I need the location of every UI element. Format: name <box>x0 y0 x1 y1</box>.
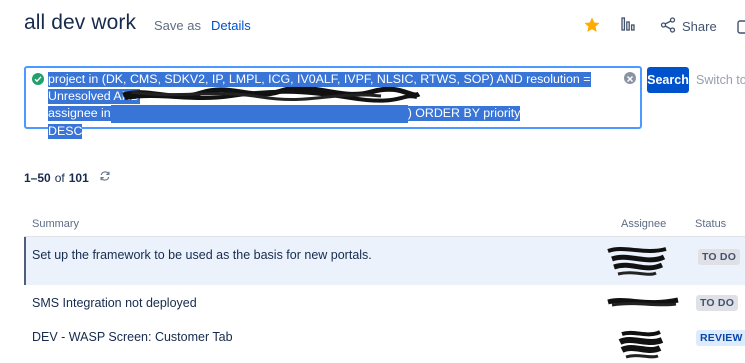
star-icon[interactable] <box>583 16 603 36</box>
share-button[interactable]: Share <box>660 16 717 36</box>
column-header-summary[interactable]: Summary <box>32 218 79 230</box>
result-count: 1–50 of 101 <box>24 170 111 185</box>
switch-to-basic-link[interactable]: Switch to <box>696 73 745 87</box>
search-button[interactable]: Search <box>647 67 689 93</box>
details-link[interactable]: Details <box>211 18 251 33</box>
share-icon <box>660 16 676 36</box>
issue-summary[interactable]: Set up the framework to be used as the b… <box>32 248 372 262</box>
query-line-3: DESC <box>48 124 83 139</box>
result-range: 1–50 <box>24 170 51 185</box>
issue-summary[interactable]: SMS Integration not deployed <box>32 296 197 310</box>
table-row[interactable]: SMS Integration not deployed TO DO <box>24 285 745 319</box>
save-as-button[interactable]: Save as <box>154 18 201 33</box>
issue-summary[interactable]: DEV - WASP Screen: Customer Tab <box>32 330 233 344</box>
result-of: of <box>54 170 65 185</box>
clear-icon[interactable] <box>624 72 636 84</box>
table-row[interactable]: Set up the framework to be used as the b… <box>24 237 745 285</box>
query-line-2-end: ) ORDER BY priority <box>407 106 521 121</box>
export-icon[interactable] <box>735 16 745 36</box>
check-circle-icon <box>32 73 44 85</box>
chart-icon[interactable] <box>620 16 638 34</box>
status-badge[interactable]: TO DO <box>696 295 739 311</box>
share-label: Share <box>682 18 717 34</box>
column-header-assignee[interactable]: Assignee <box>621 218 666 230</box>
assignee-redacted <box>618 330 664 359</box>
assignee-redacted <box>607 247 667 276</box>
jql-query-input[interactable]: project in (DK, CMS, SDKV2, IP, LMPL, IC… <box>24 66 642 139</box>
status-badge[interactable]: REVIEW <box>696 330 745 346</box>
refresh-icon[interactable] <box>99 170 111 185</box>
query-line-2-start: assignee in <box>48 106 111 121</box>
redaction-scribble <box>122 87 421 103</box>
result-total: 101 <box>68 170 89 185</box>
column-header-status[interactable]: Status <box>695 218 726 230</box>
table-row[interactable]: DEV - WASP Screen: Customer Tab REVIEW <box>24 320 745 363</box>
jql-query-text[interactable]: project in (DK, CMS, SDKV2, IP, LMPL, IC… <box>48 71 634 140</box>
page-title: all dev work <box>24 11 137 34</box>
assignee-redacted <box>607 297 679 307</box>
status-badge[interactable]: TO DO <box>698 249 741 265</box>
